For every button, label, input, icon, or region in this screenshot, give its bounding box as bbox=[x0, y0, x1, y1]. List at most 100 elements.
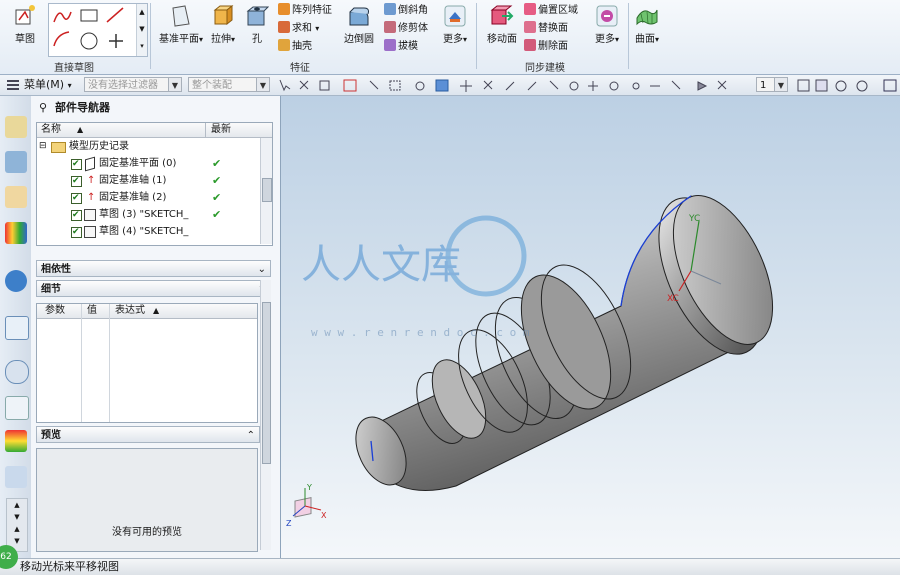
view-triad: Y X Z bbox=[286, 483, 327, 528]
shell-icon bbox=[278, 39, 290, 51]
graphics-window[interactable]: YC XC 人人文库 w w w . r e n r e n d o c . c… bbox=[281, 96, 900, 558]
axis-xc-label: XC bbox=[667, 294, 679, 304]
layer-value: 1 bbox=[760, 80, 767, 91]
details-table-header: 参数 值 表达式 ▲ bbox=[37, 304, 257, 422]
process-studio-icon[interactable] bbox=[5, 396, 29, 420]
reuse-library-icon[interactable] bbox=[5, 222, 27, 244]
visibility-checkbox[interactable] bbox=[71, 207, 82, 224]
chamfer-button[interactable]: 倒斜角 bbox=[384, 3, 428, 19]
part-navigator-tree: 名称 ▲ 最新 ⊟ 模型历史记录 固定基准平面 (0) ✔ ↑ 固定基准轴 (1… bbox=[36, 122, 273, 246]
details-section-header[interactable]: 细节⌃ bbox=[36, 280, 271, 297]
visibility-checkbox[interactable] bbox=[71, 224, 82, 241]
layer-select[interactable]: 1 ▼ bbox=[756, 77, 788, 92]
model-view: YC XC 人人文库 w w w . r e n r e n d o c . c… bbox=[286, 195, 774, 528]
selection-toolbar: 菜单(M) ▾ 没有选择过滤器 ▼ 整个装配 ▼ 1 ▼ bbox=[0, 75, 900, 96]
surface-icon bbox=[636, 9, 658, 26]
unite-button[interactable]: 求和 ▾ bbox=[278, 21, 319, 37]
assembly-scope-select[interactable]: 整个装配 ▼ bbox=[188, 77, 270, 92]
surface-button[interactable]: 曲面▾ bbox=[633, 4, 661, 45]
sketch-icon bbox=[84, 209, 96, 221]
sketch-curve-gallery[interactable]: ▲ ▼ ▾ bbox=[48, 3, 148, 57]
dependencies-section-header[interactable]: 相依性 ⌄ bbox=[36, 260, 271, 277]
resource-bar-scroll[interactable]: ▲ ▼ ▲ ▼ bbox=[6, 498, 28, 552]
part-navigator-icon[interactable] bbox=[5, 116, 27, 138]
scrollbar-thumb[interactable] bbox=[262, 178, 272, 202]
datum-axis-icon: ↑ bbox=[87, 175, 96, 186]
more-button-sync[interactable]: 更多▾ bbox=[592, 4, 622, 45]
chevron-down-icon: ▼ bbox=[774, 78, 787, 91]
more-button-features[interactable]: 更多▾ bbox=[440, 4, 470, 45]
axis-yc-label: YC bbox=[688, 214, 700, 224]
sketch-curve-icons bbox=[53, 7, 124, 50]
navigator-title: 部件导航器 bbox=[55, 101, 110, 114]
gallery-scroll[interactable]: ▲ ▼ ▾ bbox=[136, 4, 147, 56]
sketch-icon bbox=[84, 226, 96, 238]
visibility-checkbox[interactable] bbox=[71, 156, 82, 173]
palette-icon[interactable] bbox=[5, 430, 27, 452]
extrude-button[interactable]: 拉伸▾ bbox=[207, 4, 239, 45]
tree-row-datum-axis-2[interactable]: ↑ 固定基准轴 (2) ✔ bbox=[37, 189, 272, 207]
roles-icon[interactable] bbox=[5, 466, 27, 488]
column-name-header[interactable]: 名称 bbox=[41, 123, 61, 137]
move-face-button[interactable]: 移动面 bbox=[483, 4, 521, 45]
column-latest-header[interactable]: 最新 bbox=[211, 123, 231, 137]
collapse-icon[interactable]: ⊟ bbox=[39, 138, 47, 155]
tree-row-datum-plane[interactable]: 固定基准平面 (0) ✔ bbox=[37, 155, 272, 173]
extrude-label: 拉伸 bbox=[210, 34, 231, 45]
panel-scrollbar[interactable] bbox=[260, 280, 271, 550]
constraint-navigator-icon[interactable] bbox=[5, 186, 27, 208]
tree-row-sketch-4[interactable]: 草图 (4) "SKETCH_ bbox=[37, 223, 272, 241]
menu-button[interactable]: 菜单(M) ▾ bbox=[24, 77, 72, 94]
tree-scrollbar[interactable] bbox=[260, 138, 272, 244]
tree-row-label: 固定基准轴 (2) bbox=[99, 192, 167, 203]
visibility-checkbox[interactable] bbox=[71, 190, 82, 207]
details-col-expression[interactable]: 表达式 bbox=[115, 304, 145, 318]
datum-plane-icon bbox=[85, 156, 95, 172]
edge-blend-icon bbox=[349, 7, 369, 26]
tree-root-row[interactable]: ⊟ 模型历史记录 bbox=[37, 138, 272, 155]
selection-filter-select[interactable]: 没有选择过滤器 ▼ bbox=[84, 77, 182, 92]
tree-root-label: 模型历史记录 bbox=[69, 141, 129, 152]
pin-icon[interactable]: ⚲ bbox=[39, 101, 47, 114]
edge-blend-button[interactable]: 边倒圆 bbox=[340, 4, 378, 45]
draft-button[interactable]: 拔模 bbox=[384, 39, 418, 55]
details-col-value[interactable]: 值 bbox=[87, 304, 97, 318]
history-icon[interactable] bbox=[5, 316, 29, 340]
datum-plane-button[interactable]: 基准平面▾ bbox=[158, 4, 204, 45]
sketch-button[interactable]: 草图 bbox=[8, 4, 42, 45]
view-tool-icons[interactable] bbox=[796, 78, 900, 93]
chevron-up-icon: ⌃ bbox=[246, 430, 255, 441]
trim-body-button[interactable]: 修剪体 bbox=[384, 21, 428, 37]
latest-check-icon: ✔ bbox=[212, 174, 222, 187]
details-col-parameter[interactable]: 参数 bbox=[45, 304, 65, 318]
feature-group-label: 特征 bbox=[290, 63, 310, 74]
pattern-feature-button[interactable]: 阵列特征 bbox=[278, 3, 332, 19]
delete-face-button[interactable]: 删除面 bbox=[524, 39, 568, 55]
snap-tool-icons[interactable] bbox=[278, 78, 748, 93]
tree-row-datum-axis-1[interactable]: ↑ 固定基准轴 (1) ✔ bbox=[37, 172, 272, 190]
web-browser-icon[interactable] bbox=[5, 270, 27, 292]
clock-icon[interactable] bbox=[5, 360, 29, 384]
preview-section-header[interactable]: 预览 ⌃ bbox=[36, 426, 260, 443]
details-table: 参数 值 表达式 ▲ bbox=[36, 303, 258, 423]
sketch-label: 草图 bbox=[15, 34, 35, 45]
chevron-down-icon: ▼ bbox=[256, 78, 269, 91]
assembly-navigator-icon[interactable] bbox=[5, 151, 27, 173]
delete-face-icon bbox=[524, 39, 536, 51]
tree-row-sketch-3[interactable]: 草图 (3) "SKETCH_ ✔ bbox=[37, 206, 272, 224]
sort-ascending-icon: ▲ bbox=[153, 306, 160, 315]
hole-button[interactable]: 孔 bbox=[244, 4, 270, 45]
folder-icon bbox=[51, 142, 66, 153]
preview-area: 没有可用的预览 bbox=[36, 448, 258, 552]
sync-group-label: 同步建模 bbox=[525, 63, 565, 74]
move-face-icon bbox=[490, 5, 514, 25]
part-navigator-panel: ⚲ 部件导航器 名称 ▲ 最新 ⊟ 模型历史记录 固定基准平面 (0) ✔ ↑ … bbox=[31, 96, 281, 558]
offset-region-button[interactable]: 偏置区域 bbox=[524, 3, 578, 19]
more-icon bbox=[444, 5, 466, 27]
shell-button[interactable]: 抽壳 bbox=[278, 39, 312, 55]
separator bbox=[150, 3, 151, 69]
replace-face-button[interactable]: 替换面 bbox=[524, 21, 568, 37]
scrollbar-thumb[interactable] bbox=[262, 302, 271, 464]
edge-blend-label: 边倒圆 bbox=[344, 34, 374, 45]
visibility-checkbox[interactable] bbox=[71, 173, 82, 190]
